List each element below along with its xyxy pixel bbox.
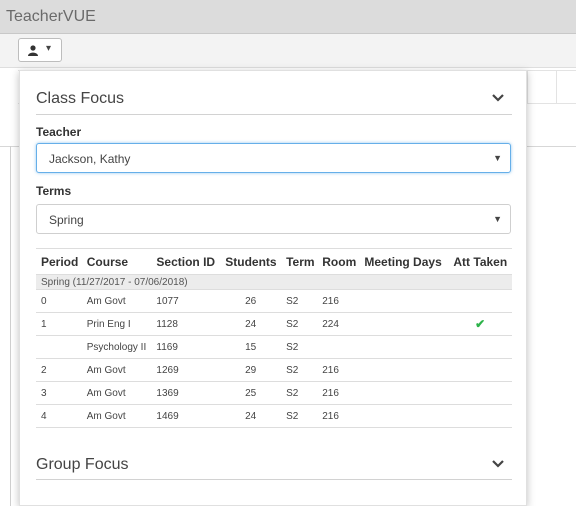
period-cell: 1 [36,312,82,336]
term-group-label: Spring (11/27/2017 - 07/06/2018) [36,274,512,290]
course-cell[interactable]: Am Govt [81,404,152,428]
room-cell: 224 [317,312,360,336]
teacher-select[interactable]: Jackson, Kathy ▼ [36,143,511,173]
students-cell: 24 [220,312,282,336]
period-cell: 2 [36,358,82,382]
section-divider [36,114,512,115]
course-cell[interactable]: Psychology II [81,335,152,359]
table-row[interactable]: 0 Am Govt 1077 26 S2 216 [36,289,512,313]
column-header: Course [81,248,152,275]
term-group-row: Spring (11/27/2017 - 07/06/2018) [36,274,512,290]
table-row[interactable]: Psychology II 1169 15 S2 [36,335,512,359]
teacher-select-value: Jackson, Kathy [49,152,131,166]
meeting-days-cell [359,289,449,313]
section-cell: 1269 [151,358,221,382]
period-cell [36,335,82,359]
chevron-down-icon[interactable] [492,94,504,102]
table-row[interactable]: 2 Am Govt 1269 29 S2 216 [36,358,512,382]
students-cell: 26 [220,289,282,313]
term-cell: S2 [281,358,318,382]
section-cell: 1128 [151,312,221,336]
term-cell: S2 [281,335,318,359]
course-cell[interactable]: Am Govt [81,358,152,382]
terms-select[interactable]: Spring ▼ [36,204,511,234]
background-divider [10,146,11,506]
term-cell: S2 [281,312,318,336]
terms-label: Terms [36,184,72,198]
meeting-days-cell [359,404,449,428]
user-icon [28,45,38,56]
focus-dropdown-panel: Class Focus Teacher Jackson, Kathy ▼ Ter… [19,70,527,506]
check-icon: ✔ [475,317,486,331]
column-header: Term [281,248,318,275]
background-divider [527,70,528,104]
students-cell: 24 [220,404,282,428]
meeting-days-cell [359,358,449,382]
att-taken-cell [448,289,512,313]
term-cell: S2 [281,289,318,313]
course-cell[interactable]: Am Govt [81,289,152,313]
course-cell[interactable]: Prin Eng I [81,312,152,336]
students-cell: 29 [220,358,282,382]
toolbar [0,34,576,68]
att-taken-cell [448,335,512,359]
course-cell[interactable]: Am Govt [81,381,152,405]
column-header: Meeting Days [359,248,449,275]
column-header: Students [220,248,282,275]
term-cell: S2 [281,381,318,405]
class-schedule-table: Period Course Section ID Students Term R… [36,248,512,428]
section-cell: 1077 [151,289,221,313]
table-header-row: Period Course Section ID Students Term R… [36,248,512,275]
section-divider [36,479,512,480]
att-taken-cell [448,381,512,405]
user-menu-button[interactable]: ▾ [18,38,62,62]
term-cell: S2 [281,404,318,428]
table-row[interactable]: 3 Am Govt 1369 25 S2 216 [36,381,512,405]
caret-down-icon: ▾ [46,43,52,54]
column-header: Section ID [151,248,221,275]
period-cell: 0 [36,289,82,313]
chevron-down-icon[interactable] [492,460,504,468]
room-cell: 216 [317,381,360,405]
title-bar: TeacherVUE [0,0,576,34]
class-focus-title: Class Focus [36,90,125,107]
select-arrow-icon: ▼ [493,214,502,224]
section-cell: 1169 [151,335,221,359]
terms-select-value: Spring [49,213,84,227]
period-cell: 4 [36,404,82,428]
section-cell: 1369 [151,381,221,405]
room-cell: 216 [317,289,360,313]
group-focus-title: Group Focus [36,456,129,473]
meeting-days-cell [359,312,449,336]
room-cell [317,335,360,359]
select-arrow-icon: ▼ [493,153,502,163]
column-header: Att Taken [448,248,512,275]
teacher-label: Teacher [36,125,82,139]
table-row[interactable]: 1 Prin Eng I 1128 24 S2 224 ✔ [36,312,512,336]
period-cell: 3 [36,381,82,405]
column-header: Room [317,248,360,275]
att-taken-cell [448,358,512,382]
students-cell: 25 [220,381,282,405]
room-cell: 216 [317,358,360,382]
room-cell: 216 [317,404,360,428]
column-header: Period [36,248,82,275]
section-cell: 1469 [151,404,221,428]
meeting-days-cell [359,335,449,359]
att-taken-cell [448,404,512,428]
app-title: TeacherVUE [6,8,96,25]
table-row[interactable]: 4 Am Govt 1469 24 S2 216 [36,404,512,428]
meeting-days-cell [359,381,449,405]
att-taken-cell: ✔ [448,312,512,336]
background-divider [556,70,557,104]
students-cell: 15 [220,335,282,359]
